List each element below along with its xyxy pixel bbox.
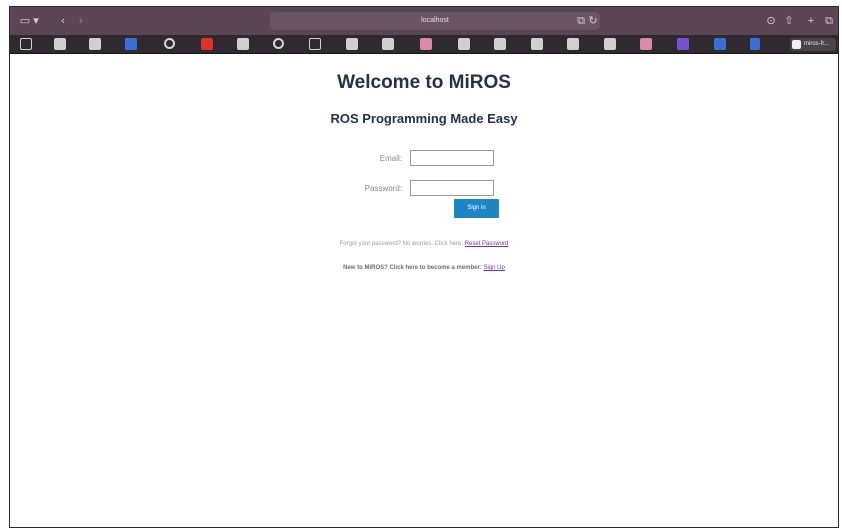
download-icon[interactable]: ⊙: [764, 14, 778, 28]
favorite-icon[interactable]: [237, 38, 249, 50]
favorite-icon[interactable]: [567, 38, 579, 50]
favorite-icon[interactable]: [309, 38, 321, 50]
favorite-icon[interactable]: [346, 38, 358, 50]
favorite-icon[interactable]: [54, 38, 66, 50]
signup-label: New to MiROS? Click here to become a mem…: [343, 265, 482, 271]
youtube-icon[interactable]: [201, 38, 213, 50]
share-icon[interactable]: ⇧: [782, 14, 796, 28]
sidebar-icon[interactable]: ▭: [18, 14, 32, 28]
tabs-overview-icon[interactable]: ⧉: [822, 14, 836, 28]
email-label: Email:: [379, 154, 402, 163]
favorite-icon[interactable]: [125, 38, 137, 50]
favorite-icon[interactable]: [750, 38, 760, 50]
github-icon[interactable]: [164, 38, 175, 49]
favorite-icon[interactable]: [20, 38, 32, 50]
reload-icon[interactable]: ↻: [588, 14, 598, 28]
page-title: Welcome to MiROS: [337, 72, 511, 93]
favorite-icon[interactable]: [640, 38, 652, 50]
forgot-password-label: Forgot your password? No worries. Click …: [339, 241, 464, 247]
address-text: localhost: [421, 17, 449, 24]
signup-text: New to MiROS? Click here to become a mem…: [10, 265, 838, 271]
favorite-icon[interactable]: [420, 38, 432, 50]
favorite-icon[interactable]: [604, 38, 616, 50]
sign-in-button[interactable]: Sign in: [454, 199, 499, 218]
password-label: Password:: [364, 184, 402, 193]
favorite-icon[interactable]: [714, 38, 726, 50]
tab-favicon-icon: [792, 40, 801, 49]
favorite-icon[interactable]: [382, 38, 394, 50]
reset-password-link[interactable]: Reset Password: [465, 241, 509, 247]
translate-icon[interactable]: ⧉: [576, 14, 586, 28]
chevron-down-icon[interactable]: ▾: [32, 14, 40, 28]
favorite-icon[interactable]: [677, 38, 689, 50]
favorites-bar: miros-fr...: [10, 35, 838, 54]
page-content: Welcome to MiROS ROS Programming Made Ea…: [10, 54, 838, 527]
password-field[interactable]: [410, 180, 494, 196]
page-subtitle: ROS Programming Made Easy: [330, 111, 518, 126]
browser-toolbar: ▭ ▾ ‹ › localhost ⧉ ↻ ⊙ ⇧ + ⧉: [10, 7, 838, 35]
github-icon[interactable]: [273, 38, 284, 49]
forward-icon[interactable]: ›: [74, 14, 88, 28]
email-field[interactable]: [410, 150, 494, 166]
current-tab[interactable]: miros-fr...: [790, 38, 836, 51]
new-tab-icon[interactable]: +: [804, 14, 818, 28]
back-icon[interactable]: ‹: [56, 14, 70, 28]
favorite-icon[interactable]: [531, 38, 543, 50]
favorite-icon[interactable]: [458, 38, 470, 50]
favorite-icon[interactable]: [494, 38, 506, 50]
favorite-icon[interactable]: [89, 38, 101, 50]
forgot-password-text: Forgot your password? No worries. Click …: [10, 241, 838, 247]
sign-up-link[interactable]: Sign Up: [484, 265, 505, 271]
address-bar[interactable]: localhost: [270, 12, 600, 30]
browser-window: ▭ ▾ ‹ › localhost ⧉ ↻ ⊙ ⇧ + ⧉ miros-fr..…: [9, 6, 839, 528]
current-tab-label: miros-fr...: [804, 41, 829, 47]
